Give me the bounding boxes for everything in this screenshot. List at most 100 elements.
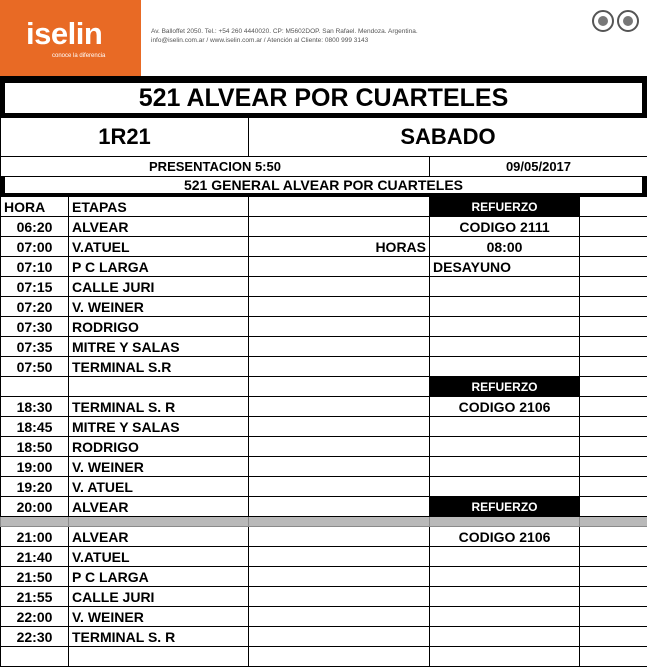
stage-cell: V.ATUEL xyxy=(69,547,249,567)
column-header-stage: ETAPAS xyxy=(69,197,249,217)
presentation-row: PRESENTACION 5:50 09/05/2017 xyxy=(0,156,647,177)
reinforcement-badge: REFUERZO xyxy=(430,497,580,517)
time-cell: 07:00 xyxy=(1,237,69,257)
time-cell: 21:00 xyxy=(1,527,69,547)
schedule-row: 07:50TERMINAL S.R xyxy=(1,357,647,377)
note-cell xyxy=(430,547,580,567)
hours-label-cell xyxy=(249,317,430,337)
time-cell: 18:50 xyxy=(1,437,69,457)
note-cell xyxy=(430,587,580,607)
time-cell: 07:20 xyxy=(1,297,69,317)
reinforcement-badge: REFUERZO xyxy=(430,377,580,397)
empty-cell xyxy=(580,417,647,437)
empty-cell xyxy=(580,457,647,477)
time-cell: 21:50 xyxy=(1,567,69,587)
time-cell: 21:55 xyxy=(1,587,69,607)
company-logo: iselin conoce la diferencia xyxy=(0,0,141,76)
note-cell xyxy=(430,607,580,627)
time-cell: 07:10 xyxy=(1,257,69,277)
schedule-row: 18:45MITRE Y SALAS xyxy=(1,417,647,437)
note-cell: CODIGO 2106 xyxy=(430,397,580,417)
note-cell xyxy=(430,437,580,457)
hours-label-cell xyxy=(249,397,430,417)
stage-cell: ALVEAR xyxy=(69,217,249,237)
logo-tagline: conoce la diferencia xyxy=(52,53,105,59)
stage-cell: MITRE Y SALAS xyxy=(69,337,249,357)
certification-seal-icon xyxy=(592,10,614,32)
empty-cell xyxy=(580,297,647,317)
separator-cell xyxy=(249,517,430,527)
note-cell xyxy=(430,457,580,477)
contact-line: info@iselin.com.ar / www.iselin.com.ar /… xyxy=(151,36,418,45)
empty-cell xyxy=(580,587,647,607)
schedule-row: 07:10P C LARGADESAYUNO xyxy=(1,257,647,277)
stage-cell: CALLE JURI xyxy=(69,587,249,607)
hours-label-cell xyxy=(249,437,430,457)
note-cell xyxy=(430,357,580,377)
stage-cell: V. WEINER xyxy=(69,607,249,627)
schedule-row: 22:30TERMINAL S. R xyxy=(1,627,647,647)
hours-label-cell xyxy=(249,277,430,297)
note-cell xyxy=(430,277,580,297)
empty-cell xyxy=(580,497,647,517)
note-cell xyxy=(430,647,580,667)
stage-cell: ALVEAR xyxy=(69,527,249,547)
empty-cell xyxy=(580,607,647,627)
note-cell xyxy=(430,337,580,357)
stage-cell: ALVEAR xyxy=(69,497,249,517)
time-cell: 21:40 xyxy=(1,547,69,567)
hours-label-cell xyxy=(249,607,430,627)
empty-cell xyxy=(580,627,647,647)
schedule-row: 19:00V. WEINER xyxy=(1,457,647,477)
stage-cell: TERMINAL S. R xyxy=(69,627,249,647)
stage-cell xyxy=(69,647,249,667)
schedule-row: REFUERZO xyxy=(1,377,647,397)
hours-label-cell xyxy=(249,337,430,357)
stage-cell: TERMINAL S. R xyxy=(69,397,249,417)
hours-label-cell xyxy=(249,587,430,607)
time-cell: 07:50 xyxy=(1,357,69,377)
stage-cell: V.ATUEL xyxy=(69,237,249,257)
time-cell xyxy=(1,647,69,667)
stage-cell: RODRIGO xyxy=(69,437,249,457)
schedule-row: 18:50RODRIGO xyxy=(1,437,647,457)
note-cell: 08:00 xyxy=(430,237,580,257)
schedule-row: 21:50P C LARGA xyxy=(1,567,647,587)
note-cell xyxy=(430,477,580,497)
note-cell xyxy=(430,317,580,337)
empty-cell xyxy=(580,217,647,237)
hours-label-cell xyxy=(249,457,430,477)
schedule-row: 07:20V. WEINER xyxy=(1,297,647,317)
schedule-row: 07:00V.ATUELHORAS08:00 xyxy=(1,237,647,257)
stage-cell: RODRIGO xyxy=(69,317,249,337)
schedule-row: 07:30RODRIGO xyxy=(1,317,647,337)
hours-label-cell xyxy=(249,627,430,647)
time-cell: 07:30 xyxy=(1,317,69,337)
hours-label-cell xyxy=(249,567,430,587)
hours-label-cell xyxy=(249,527,430,547)
schedule-row xyxy=(1,647,647,667)
empty-cell xyxy=(580,337,647,357)
hours-label-cell xyxy=(249,297,430,317)
time-cell: 07:35 xyxy=(1,337,69,357)
separator-cell xyxy=(1,517,69,527)
schedule-row: 21:40V.ATUEL xyxy=(1,547,647,567)
hours-label-cell xyxy=(249,257,430,277)
empty-cell xyxy=(580,197,647,217)
stage-cell: V. WEINER xyxy=(69,457,249,477)
time-cell: 19:20 xyxy=(1,477,69,497)
empty-cell xyxy=(580,397,647,417)
note-cell: DESAYUNO xyxy=(430,257,580,277)
schedule-row: 21:00ALVEAR CODIGO 2106 xyxy=(1,527,647,547)
route-bar: 521 GENERAL ALVEAR POR CUARTELES xyxy=(0,176,647,196)
schedule-date: 09/05/2017 xyxy=(430,157,647,177)
time-cell: 20:00 xyxy=(1,497,69,517)
stage-cell: P C LARGA xyxy=(69,567,249,587)
reinforcement-badge: REFUERZO xyxy=(430,197,580,217)
service-row: 1R21 SABADO xyxy=(0,117,647,157)
note-cell: CODIGO 2106 xyxy=(430,527,580,547)
hours-label-cell xyxy=(249,477,430,497)
address-line: Av. Balloffet 2050. Tel.: +54 260 444002… xyxy=(151,27,418,36)
empty-cell xyxy=(580,477,647,497)
stage-cell: MITRE Y SALAS xyxy=(69,417,249,437)
